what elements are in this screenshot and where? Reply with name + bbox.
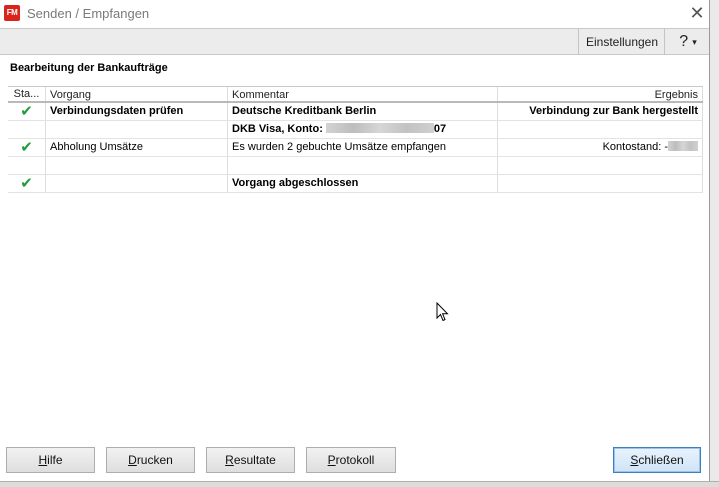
vorgang-cell: [45, 121, 227, 138]
status-cell: ✔: [8, 103, 45, 120]
settings-button[interactable]: Einstellungen: [582, 32, 662, 52]
log-button[interactable]: Protokoll: [306, 447, 396, 473]
kommentar-cell: Deutsche Kreditbank Berlin: [227, 103, 497, 120]
button-label: rotokoll: [335, 453, 375, 467]
balance-label: Kontostand: -: [602, 141, 668, 153]
send-receive-dialog: FM Senden / Empfangen ✕ Einstellungen ? ▾…: [0, 0, 710, 481]
toolbar-divider: [578, 29, 579, 55]
table-row[interactable]: ✔ Abholung Umsätze Es wurden 2 gebuchte …: [8, 139, 703, 157]
status-cell: [8, 157, 45, 174]
window-title: Senden / Empfangen: [27, 6, 150, 21]
app-logo-icon: FM: [4, 5, 20, 21]
help-button[interactable]: Hilfe: [6, 447, 95, 473]
ergebnis-cell: [497, 157, 703, 174]
button-label: esultate: [233, 453, 276, 467]
table-header: Sta... Vorgang Kommentar Ergebnis: [8, 86, 703, 103]
kommentar-cell: [227, 157, 497, 174]
results-button[interactable]: Resultate: [206, 447, 295, 473]
close-button[interactable]: Schließen: [613, 447, 701, 473]
account-suffix: 07: [433, 123, 447, 135]
button-label: chließen: [638, 453, 684, 467]
button-label: ilfe: [47, 453, 63, 467]
button-label: rucken: [136, 453, 173, 467]
status-cell: ✔: [8, 175, 45, 192]
ergebnis-cell: [497, 175, 703, 192]
redacted-account-number: [325, 123, 434, 133]
help-icon: ?: [679, 33, 689, 51]
section-title: Bearbeitung der Bankaufträge: [10, 62, 168, 74]
checkmark-icon: ✔: [20, 175, 33, 192]
status-cell: [8, 121, 45, 138]
checkmark-icon: ✔: [20, 103, 33, 120]
redacted-balance: [668, 141, 698, 151]
column-header-status[interactable]: Sta...: [8, 87, 45, 101]
table-row[interactable]: ✔ Verbindungsdaten prüfen Deutsche Kredi…: [8, 103, 703, 121]
vorgang-cell: Verbindungsdaten prüfen: [45, 103, 227, 120]
accelerator-key: H: [38, 453, 48, 467]
column-header-ergebnis[interactable]: Ergebnis: [497, 87, 703, 101]
bank-orders-table: Sta... Vorgang Kommentar Ergebnis ✔ Verb…: [8, 86, 703, 193]
help-menu-button[interactable]: ? ▾: [668, 32, 708, 52]
kommentar-cell: DKB Visa, Konto: 07: [227, 121, 497, 138]
accelerator-key: P: [327, 453, 336, 467]
accelerator-key: D: [128, 453, 137, 467]
column-header-vorgang[interactable]: Vorgang: [45, 87, 227, 101]
toolbar-divider: [664, 29, 665, 55]
table-row[interactable]: [8, 157, 703, 175]
ergebnis-cell: Kontostand: -: [497, 139, 703, 156]
checkmark-icon: ✔: [20, 139, 33, 156]
kommentar-cell: Vorgang abgeschlossen: [227, 175, 497, 192]
title-bar: FM Senden / Empfangen ✕: [0, 0, 709, 28]
table-row[interactable]: DKB Visa, Konto: 07: [8, 121, 703, 139]
vorgang-cell: [45, 175, 227, 192]
vorgang-cell: [45, 157, 227, 174]
ergebnis-cell: Verbindung zur Bank hergestellt: [497, 103, 703, 120]
kommentar-cell: Es wurden 2 gebuchte Umsätze empfangen: [227, 139, 497, 156]
column-header-kommentar[interactable]: Kommentar: [227, 87, 497, 101]
mouse-pointer-icon: [436, 302, 449, 322]
accelerator-key: R: [225, 453, 234, 467]
print-button[interactable]: Drucken: [106, 447, 195, 473]
chevron-down-icon: ▾: [692, 37, 697, 47]
toolbar: Einstellungen ? ▾: [0, 28, 709, 55]
background-app-bottom: [0, 481, 719, 487]
ergebnis-cell: [497, 121, 703, 138]
table-row[interactable]: ✔ Vorgang abgeschlossen: [8, 175, 703, 193]
vorgang-cell: Abholung Umsätze: [45, 139, 227, 156]
account-label: DKB Visa, Konto:: [232, 123, 326, 135]
status-cell: ✔: [8, 139, 45, 156]
background-app-strip: [709, 0, 719, 487]
close-icon[interactable]: ✕: [687, 3, 707, 23]
